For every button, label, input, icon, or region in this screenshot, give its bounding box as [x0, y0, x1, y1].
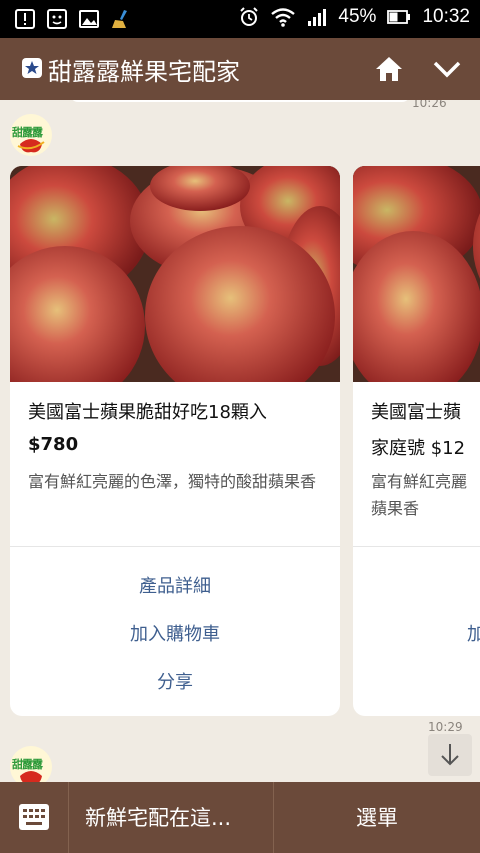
battery-percent: 45% — [338, 6, 377, 27]
product-price: 家庭號 $12 — [371, 438, 466, 459]
product-details-button[interactable]: 產品詳細 — [10, 572, 340, 598]
menu-label: 選單 — [356, 806, 398, 830]
avatar[interactable]: 甜露露 — [10, 114, 52, 156]
chat-face-icon — [47, 9, 67, 29]
rich-menu-text-button[interactable]: 新鮮宅配在這... — [68, 782, 274, 853]
bottom-menu-bar: 新鮮宅配在這... 選單 — [0, 782, 480, 853]
product-description: 富有鮮紅亮麗蘋果香 — [371, 472, 468, 518]
product-card[interactable]: 美國富士蘋 家庭號 $12 富有鮮紅亮麗蘋果香 加 — [353, 166, 480, 716]
arrow-down-icon — [441, 744, 459, 766]
signal-icon — [308, 9, 327, 26]
previous-bubble — [70, 100, 410, 102]
scroll-to-bottom-button[interactable] — [428, 734, 472, 776]
clock: 10:32 — [422, 6, 470, 27]
add-to-cart-button[interactable]: 加 — [353, 620, 480, 646]
chat-area[interactable]: 10:26 甜露露 美國富士蘋果脆甜好吃18顆入 $780 富有鮮紅亮麗的色澤，… — [0, 100, 480, 782]
notification-icon — [15, 9, 35, 29]
star-badge-icon — [22, 58, 42, 78]
apples-image — [353, 166, 480, 382]
product-name: 美國富士蘋果脆甜好吃18顆入 — [28, 402, 267, 423]
image-icon — [79, 10, 99, 28]
apple-logo-icon — [20, 771, 42, 782]
message-time: 10:29 — [428, 720, 463, 734]
divider — [10, 546, 340, 547]
alarm-icon — [240, 7, 259, 26]
product-name: 美國富士蘋 — [371, 402, 461, 423]
apples-image — [10, 166, 340, 382]
page-title: 甜露露鮮果宅配家 — [48, 58, 240, 86]
broom-icon — [112, 10, 127, 28]
keyboard-icon — [19, 804, 49, 830]
home-icon[interactable] — [374, 55, 404, 83]
divider — [353, 546, 480, 547]
product-photo[interactable] — [10, 166, 340, 382]
keyboard-button[interactable] — [0, 782, 68, 853]
product-card[interactable]: 美國富士蘋果脆甜好吃18顆入 $780 富有鮮紅亮麗的色澤，獨特的酸甜蘋果香 產… — [10, 166, 340, 716]
menu-button[interactable]: 選單 — [274, 782, 480, 853]
wifi-icon — [271, 8, 296, 27]
chat-header: 甜露露鮮果宅配家 — [0, 38, 480, 100]
add-to-cart-button[interactable]: 加入購物車 — [10, 620, 340, 646]
chevron-down-icon[interactable] — [432, 58, 462, 80]
product-photo[interactable] — [353, 166, 480, 382]
status-bar: 45% 10:32 — [0, 0, 480, 38]
avatar[interactable]: 甜露露 — [10, 746, 52, 782]
share-button[interactable]: 分享 — [10, 668, 340, 694]
battery-icon — [387, 10, 411, 24]
apple-logo-icon — [17, 139, 45, 153]
product-description: 富有鮮紅亮麗的色澤，獨特的酸甜蘋果香 — [28, 472, 317, 491]
product-price: $780 — [28, 434, 79, 455]
message-time: 10:26 — [412, 100, 447, 110]
rich-menu-text: 新鮮宅配在這... — [85, 806, 232, 830]
